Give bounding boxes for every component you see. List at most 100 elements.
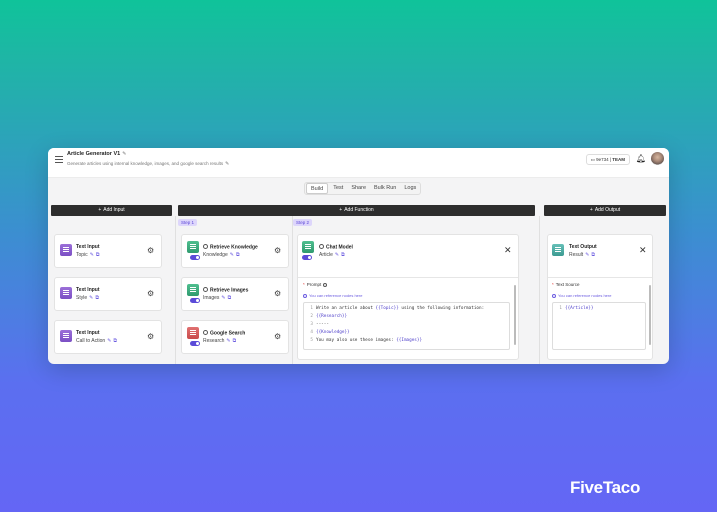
- info-icon[interactable]: [322, 282, 327, 287]
- knowledge-icon: [187, 241, 199, 253]
- node-variable: Topic ✎ ⧉: [76, 252, 100, 258]
- gear-icon[interactable]: ⚙: [274, 332, 281, 341]
- reference-hint: You can reference nodes here: [303, 293, 362, 298]
- copy-icon[interactable]: ⧉: [233, 338, 237, 344]
- node-variable: Article ✎ ⧉: [319, 252, 345, 258]
- add-function-button[interactable]: + Add Function: [178, 205, 535, 216]
- tab-share[interactable]: Share: [347, 183, 370, 194]
- info-icon: [303, 293, 307, 298]
- copy-icon[interactable]: ⧉: [96, 252, 100, 258]
- edit-icon[interactable]: ✎: [90, 252, 94, 258]
- prompt-editor[interactable]: 1 Write an article about {{Topic}} using …: [303, 302, 510, 350]
- tab-bar: Build Test Share Bulk Run Logs: [304, 182, 422, 195]
- divider: [298, 277, 518, 278]
- tab-logs[interactable]: Logs: [400, 183, 420, 194]
- info-icon[interactable]: [203, 330, 208, 335]
- edit-icon[interactable]: ✎: [226, 338, 230, 344]
- brand-logo: FiveTaco: [570, 478, 641, 497]
- text-input-node-call-to-action[interactable]: Text Input Call to Action ✎ ⧉ ⚙: [54, 320, 162, 354]
- text-source-label: * Text Source: [552, 282, 580, 287]
- edit-icon[interactable]: ✎: [335, 252, 339, 258]
- enable-toggle[interactable]: [302, 255, 312, 260]
- plus-icon: +: [339, 207, 343, 213]
- gear-icon[interactable]: ⚙: [147, 332, 154, 341]
- prompt-label: * Prompt: [303, 282, 329, 287]
- credits-badge[interactable]: ▭ 9e734 | TEAM: [585, 154, 630, 165]
- page-title: Article Generator V1 ✎: [67, 151, 127, 157]
- text-input-node-topic[interactable]: Text Input Topic ✎ ⧉ ⚙: [54, 234, 162, 268]
- plus-icon: +: [98, 207, 102, 213]
- close-icon[interactable]: ✕: [504, 245, 512, 256]
- enable-toggle[interactable]: [190, 255, 200, 260]
- node-variable: Call to Action ✎ ⧉: [76, 338, 117, 344]
- edit-title-icon[interactable]: ✎: [122, 151, 126, 157]
- node-title: Retrieve Images: [203, 287, 248, 294]
- enable-toggle[interactable]: [190, 341, 200, 346]
- scrollbar[interactable]: [649, 285, 651, 345]
- add-output-button[interactable]: + Add Output: [544, 205, 666, 216]
- credits-label: TEAM: [612, 157, 625, 162]
- copy-icon[interactable]: ⧉: [113, 338, 117, 344]
- add-input-button[interactable]: + Add Input: [51, 205, 172, 216]
- plus-icon: +: [589, 207, 593, 213]
- images-icon: [187, 284, 199, 296]
- chat-model-node[interactable]: Chat Model Article ✎ ⧉ ✕ * Prompt You can r…: [297, 234, 519, 360]
- gear-icon[interactable]: ⚙: [147, 289, 154, 298]
- copy-icon[interactable]: ⧉: [95, 295, 99, 301]
- copy-icon[interactable]: ⧉: [341, 252, 345, 258]
- edit-subtitle-icon[interactable]: ✎: [225, 161, 229, 167]
- info-icon[interactable]: [203, 287, 208, 292]
- node-title: Text Input: [76, 287, 100, 293]
- text-input-icon: [60, 287, 72, 299]
- chat-model-icon: [302, 241, 314, 253]
- node-title: Chat Model: [319, 244, 353, 251]
- retrieve-knowledge-node[interactable]: Retrieve Knowledge Knowledge ✎ ⧉ ⚙: [181, 234, 289, 268]
- edit-icon[interactable]: ✎: [585, 252, 589, 258]
- edit-icon[interactable]: ✎: [221, 295, 225, 301]
- edit-icon[interactable]: ✎: [230, 252, 234, 258]
- text-output-node[interactable]: Text Output Result ✎ ⧉ ✕ * Text Source You …: [547, 234, 653, 360]
- node-title: Text Output: [569, 244, 597, 250]
- bell-icon[interactable]: 🔔︎: [636, 154, 646, 163]
- tab-bulk-run[interactable]: Bulk Run: [370, 183, 400, 194]
- credits-icon: ▭: [590, 157, 595, 162]
- node-variable: Research ✎ ⧉: [203, 338, 237, 344]
- column-divider: [292, 216, 293, 364]
- gear-icon[interactable]: ⚙: [274, 289, 281, 298]
- info-icon: [552, 293, 556, 298]
- edit-icon[interactable]: ✎: [107, 338, 111, 344]
- column-divider: [539, 216, 540, 364]
- tab-build[interactable]: Build: [306, 183, 329, 194]
- gear-icon[interactable]: ⚙: [147, 246, 154, 255]
- edit-icon[interactable]: ✎: [89, 295, 93, 301]
- avatar[interactable]: [651, 152, 664, 165]
- copy-icon[interactable]: ⧉: [228, 295, 232, 301]
- page-subtitle: Generate articles using internal knowled…: [67, 161, 230, 167]
- text-input-node-style[interactable]: Text Input Style ✎ ⧉ ⚙: [54, 277, 162, 311]
- step-2-badge: Step 2: [293, 219, 313, 226]
- scrollbar[interactable]: [514, 285, 516, 345]
- info-icon[interactable]: [203, 244, 208, 249]
- divider: [548, 277, 652, 278]
- info-icon[interactable]: [319, 244, 324, 249]
- retrieve-images-node[interactable]: Retrieve Images Images ✎ ⧉ ⚙: [181, 277, 289, 311]
- node-variable: Knowledge ✎ ⧉: [203, 252, 240, 258]
- close-icon[interactable]: ✕: [639, 245, 647, 256]
- node-title: Retrieve Knowledge: [203, 244, 258, 251]
- menu-icon[interactable]: [55, 156, 63, 163]
- node-variable: Result ✎ ⧉: [569, 252, 595, 258]
- node-title: Text Input: [76, 330, 100, 336]
- text-output-icon: [552, 244, 564, 256]
- enable-toggle[interactable]: [190, 298, 200, 303]
- text-input-icon: [60, 330, 72, 342]
- text-source-editor[interactable]: 1 {{Article}}: [552, 302, 646, 350]
- tab-test[interactable]: Test: [329, 183, 347, 194]
- copy-icon[interactable]: ⧉: [236, 252, 240, 258]
- copy-icon[interactable]: ⧉: [591, 252, 595, 258]
- top-bar: Article Generator V1 ✎ Generate articles …: [48, 148, 669, 178]
- node-variable: Style ✎ ⧉: [76, 295, 99, 301]
- google-search-node[interactable]: Google Search Research ✎ ⧉ ⚙: [181, 320, 289, 354]
- gear-icon[interactable]: ⚙: [274, 246, 281, 255]
- node-variable: Images ✎ ⧉: [203, 295, 232, 301]
- text-input-icon: [60, 244, 72, 256]
